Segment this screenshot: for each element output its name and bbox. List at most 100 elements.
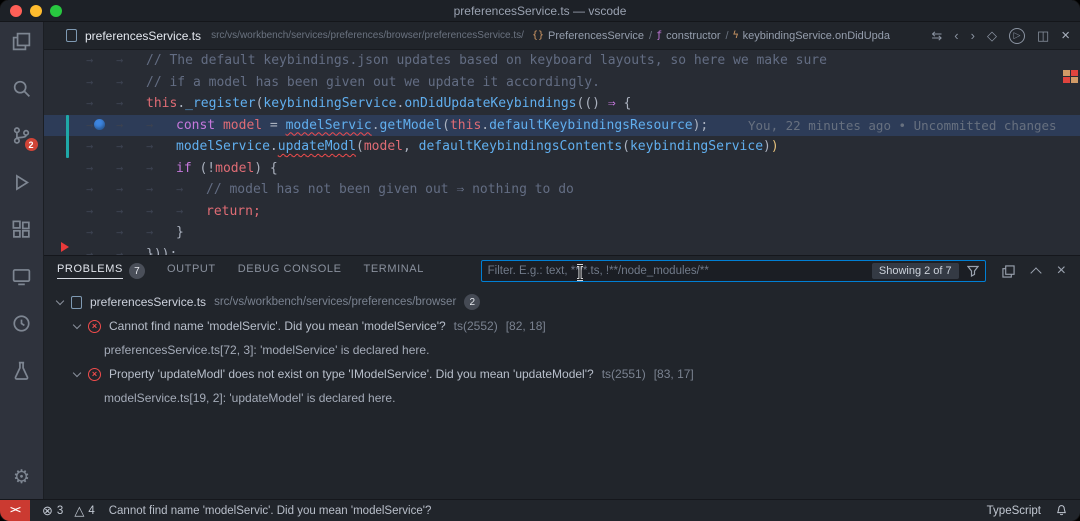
panel-tab-debug-console[interactable]: DEBUG CONSOLE (238, 256, 342, 286)
run-file-icon[interactable]: ▷ (1009, 28, 1025, 44)
code-line[interactable]: →→→const model = modelServic.getModel(th… (44, 115, 1080, 137)
window-controls (10, 5, 62, 17)
code-token: return; (206, 204, 261, 219)
ts-file-icon (66, 29, 77, 42)
panel-tab-output[interactable]: OUTPUT (167, 256, 216, 286)
zoom-window-button[interactable] (50, 5, 62, 17)
code-line[interactable]: →→→} (44, 222, 1080, 244)
code-token: . (372, 118, 380, 133)
related-info-message: preferencesService.ts[72, 3]: 'modelServ… (104, 343, 429, 357)
code-line[interactable]: →→→modelService.updateModl(model, defaul… (44, 136, 1080, 158)
chevron-down-icon (73, 320, 81, 328)
problem-related-row[interactable]: modelService.ts[19, 2]: 'updateModel' is… (44, 386, 1080, 410)
problems-file-path: src/vs/workbench/services/preferences/br… (214, 296, 456, 308)
remote-explorer-icon[interactable] (11, 265, 33, 287)
code-token: ( (442, 118, 450, 133)
code-line[interactable]: →→→→// model has not been given out ⇒ no… (44, 179, 1080, 201)
testing-beaker-icon[interactable] (11, 359, 33, 381)
scm-changes-badge: 2 (24, 137, 39, 152)
panel-tab-problems[interactable]: PROBLEMS7 (57, 256, 145, 286)
maximize-panel-icon[interactable] (1032, 266, 1040, 277)
panel-tabs: PROBLEMS7 OUTPUT DEBUG CONSOLE TERMINAL (57, 256, 424, 286)
close-window-button[interactable] (10, 5, 22, 17)
window-title: preferencesService.ts — vscode (454, 4, 627, 18)
problems-filter[interactable]: Showing 2 of 7 (481, 260, 986, 282)
error-icon: × (88, 320, 101, 333)
error-icon: × (88, 368, 101, 381)
code-token: model (364, 139, 403, 154)
activity-bar: 2 ⚙ (0, 22, 44, 499)
language-mode[interactable]: TypeScript (987, 505, 1041, 517)
code-editor[interactable]: →→// The default keybindings.json update… (44, 50, 1080, 255)
code-token: getModel (380, 118, 443, 133)
class-symbol-icon: {} (532, 30, 544, 41)
error-count-icon: ⊗ (42, 504, 53, 517)
settings-gear-icon[interactable]: ⚙ (13, 468, 30, 487)
compare-icon[interactable]: ◇ (987, 29, 997, 42)
problems-list: preferencesService.tssrc/vs/workbench/se… (44, 286, 1080, 499)
timeline-clock-icon[interactable] (11, 312, 33, 334)
navigate-back-icon[interactable]: ‹ (954, 29, 958, 42)
notifications-bell-icon[interactable] (1055, 504, 1068, 517)
whitespace-tab-icon: → (146, 222, 176, 244)
breadcrumb-label: constructor (666, 30, 720, 42)
breadcrumb-separator: / (649, 30, 652, 42)
gutter-breakpoint-icon[interactable] (94, 119, 105, 130)
whitespace-tab-icon: → (116, 72, 146, 94)
code-line[interactable]: →→this._register(keybindingService.onDid… (44, 93, 1080, 115)
remote-indicator[interactable]: >< (0, 500, 30, 521)
code-token: ⇒ (608, 96, 616, 111)
code-line[interactable]: →→// if a model has been given out we up… (44, 72, 1080, 94)
minimize-window-button[interactable] (30, 5, 42, 17)
code-token: (() (577, 96, 608, 111)
code-lines: →→// The default keybindings.json update… (44, 50, 1080, 255)
problem-position: [82, 18] (506, 319, 546, 333)
mouse-cursor-ibeam (575, 264, 585, 281)
source-control-icon[interactable]: 2 (11, 124, 33, 146)
search-icon[interactable] (11, 77, 33, 99)
problems-status-item[interactable]: ⊗ 3 △ 4 (42, 504, 95, 517)
whitespace-tab-icon: → (86, 244, 116, 256)
breadcrumb: {} PreferencesService / ƒ constructor / … (532, 30, 931, 42)
extensions-icon[interactable] (11, 218, 33, 240)
ts-file-icon (71, 296, 82, 309)
navigate-forward-icon[interactable]: › (971, 29, 975, 42)
file-problems-count-badge: 2 (464, 294, 480, 310)
split-editor-icon[interactable]: ◫ (1037, 29, 1049, 42)
problems-file-row[interactable]: preferencesService.tssrc/vs/workbench/se… (44, 290, 1080, 314)
panel-tab-terminal[interactable]: TERMINAL (364, 256, 424, 286)
code-line[interactable]: →→→→return; (44, 201, 1080, 223)
code-token: modelService (176, 139, 270, 154)
code-line[interactable]: →→→if (!model) { (44, 158, 1080, 180)
problem-error-row[interactable]: ×Property 'updateModl' does not exist on… (44, 362, 1080, 386)
run-debug-icon[interactable] (11, 171, 33, 193)
whitespace-tab-icon: → (86, 93, 116, 115)
code-token: _register (185, 96, 255, 111)
problem-error-row[interactable]: ×Cannot find name 'modelServic'. Did you… (44, 314, 1080, 338)
code-token: keybindingService (263, 96, 396, 111)
problem-related-row[interactable]: preferencesService.ts[72, 3]: 'modelServ… (44, 338, 1080, 362)
whitespace-tab-icon: → (86, 158, 116, 180)
panel-views-icon[interactable] (1002, 265, 1015, 278)
code-token: updateModl (278, 139, 356, 154)
close-panel-icon[interactable]: × (1057, 263, 1066, 279)
close-editor-icon[interactable]: × (1061, 28, 1070, 43)
filter-funnel-icon[interactable] (967, 265, 979, 277)
breadcrumb-item-constructor[interactable]: ƒ constructor / (656, 30, 733, 42)
open-changes-icon[interactable]: ⇆ (931, 29, 942, 42)
code-line[interactable]: →→// The default keybindings.json update… (44, 50, 1080, 72)
code-token: . (177, 96, 185, 111)
tab-file-name[interactable]: preferencesService.ts (85, 29, 201, 43)
whitespace-tab-icon: → (116, 136, 146, 158)
code-line[interactable]: →→})); (44, 244, 1080, 256)
explorer-icon[interactable] (11, 30, 33, 52)
filter-input[interactable] (488, 265, 864, 277)
problem-position: [83, 17] (654, 367, 694, 381)
whitespace-tab-icon: → (86, 50, 116, 72)
breadcrumb-item-class[interactable]: {} PreferencesService / (532, 30, 656, 42)
breadcrumb-item-event[interactable]: ϟ keybindingService.onDidUpda (733, 30, 890, 42)
code-token: ) (771, 139, 779, 154)
breadcrumb-label: keybindingService.onDidUpda (743, 30, 890, 42)
code-token: (! (192, 161, 215, 176)
whitespace-tab-icon: → (86, 222, 116, 244)
